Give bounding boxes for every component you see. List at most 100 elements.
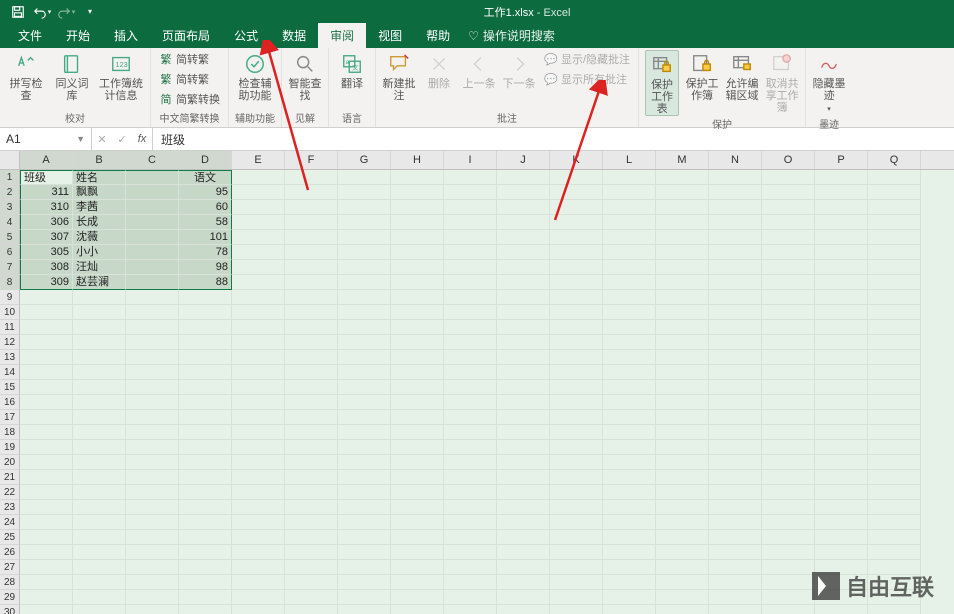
cell[interactable] (815, 170, 868, 185)
cell[interactable] (550, 470, 603, 485)
cell[interactable] (656, 500, 709, 515)
cell[interactable] (444, 275, 497, 290)
cell[interactable] (868, 410, 921, 425)
cell[interactable] (126, 500, 179, 515)
cell[interactable] (497, 275, 550, 290)
cell[interactable] (338, 335, 391, 350)
cell[interactable] (550, 290, 603, 305)
protect-workbook-button[interactable]: 保护工作簿 (685, 50, 719, 102)
cell[interactable] (762, 455, 815, 470)
cell[interactable] (391, 200, 444, 215)
cell[interactable] (762, 185, 815, 200)
cell[interactable] (815, 605, 868, 614)
cell[interactable] (815, 515, 868, 530)
row-header[interactable]: 12 (0, 335, 20, 350)
cell[interactable] (497, 260, 550, 275)
cell[interactable] (338, 485, 391, 500)
row-header[interactable]: 5 (0, 230, 20, 245)
cell[interactable] (603, 260, 656, 275)
tab-formulas[interactable]: 公式 (222, 23, 270, 48)
cell[interactable] (868, 230, 921, 245)
cell[interactable] (20, 335, 73, 350)
allow-edit-ranges-button[interactable]: 允许编辑区域 (725, 50, 759, 102)
col-header-F[interactable]: F (285, 151, 338, 169)
cell[interactable] (815, 545, 868, 560)
cell[interactable] (550, 500, 603, 515)
cell[interactable] (603, 170, 656, 185)
cell[interactable] (285, 560, 338, 575)
cell[interactable] (232, 605, 285, 614)
cell[interactable] (20, 485, 73, 500)
cell[interactable] (709, 260, 762, 275)
cell[interactable] (762, 515, 815, 530)
cell[interactable] (603, 350, 656, 365)
cell[interactable] (550, 275, 603, 290)
cell[interactable]: 305 (20, 245, 73, 260)
row-header[interactable]: 29 (0, 590, 20, 605)
cell[interactable] (762, 260, 815, 275)
cell[interactable] (285, 290, 338, 305)
cell[interactable] (126, 470, 179, 485)
cell[interactable] (709, 245, 762, 260)
cell[interactable] (232, 425, 285, 440)
cell[interactable] (762, 590, 815, 605)
cell[interactable] (815, 245, 868, 260)
cell[interactable] (656, 590, 709, 605)
cell[interactable] (815, 290, 868, 305)
cell[interactable] (497, 575, 550, 590)
cell[interactable] (126, 560, 179, 575)
col-header-D[interactable]: D (179, 151, 232, 169)
cell[interactable] (709, 440, 762, 455)
tell-me-search[interactable]: ♡ 操作说明搜索 (468, 23, 555, 48)
cell[interactable] (126, 575, 179, 590)
cell[interactable] (550, 485, 603, 500)
cell[interactable] (709, 380, 762, 395)
cell[interactable] (232, 305, 285, 320)
col-header-B[interactable]: B (73, 151, 126, 169)
cell[interactable] (550, 365, 603, 380)
cell[interactable] (20, 455, 73, 470)
cell[interactable]: 语文 (179, 170, 232, 185)
cell[interactable] (868, 575, 921, 590)
cell[interactable]: 309 (20, 275, 73, 290)
cell[interactable] (232, 170, 285, 185)
cell[interactable] (762, 275, 815, 290)
cell[interactable] (762, 605, 815, 614)
cell[interactable] (285, 440, 338, 455)
cell[interactable] (20, 440, 73, 455)
cell[interactable] (868, 455, 921, 470)
cell[interactable] (338, 500, 391, 515)
cell[interactable] (73, 545, 126, 560)
cell[interactable] (603, 590, 656, 605)
prev-comment-button[interactable]: 上一条 (462, 50, 496, 90)
cell[interactable] (815, 425, 868, 440)
col-header-A[interactable]: A (20, 151, 73, 169)
cell[interactable] (232, 245, 285, 260)
cell[interactable] (73, 440, 126, 455)
cell[interactable] (709, 530, 762, 545)
cell[interactable] (126, 605, 179, 614)
cell[interactable] (391, 485, 444, 500)
cell[interactable] (338, 455, 391, 470)
cell[interactable] (603, 425, 656, 440)
cell[interactable] (126, 395, 179, 410)
cell[interactable] (603, 455, 656, 470)
cell[interactable] (656, 440, 709, 455)
cell[interactable] (126, 485, 179, 500)
cell[interactable] (868, 290, 921, 305)
cell[interactable] (709, 515, 762, 530)
cell[interactable] (815, 230, 868, 245)
cell[interactable] (656, 395, 709, 410)
cell[interactable] (656, 200, 709, 215)
cell[interactable] (179, 590, 232, 605)
col-header-N[interactable]: N (709, 151, 762, 169)
cell[interactable]: 飘飘 (73, 185, 126, 200)
cell[interactable] (285, 350, 338, 365)
cell[interactable] (232, 185, 285, 200)
new-comment-button[interactable]: 新建批注 (382, 50, 416, 102)
cell[interactable] (338, 305, 391, 320)
cell[interactable] (815, 275, 868, 290)
cell[interactable] (285, 275, 338, 290)
cell[interactable] (497, 215, 550, 230)
cell[interactable] (762, 305, 815, 320)
